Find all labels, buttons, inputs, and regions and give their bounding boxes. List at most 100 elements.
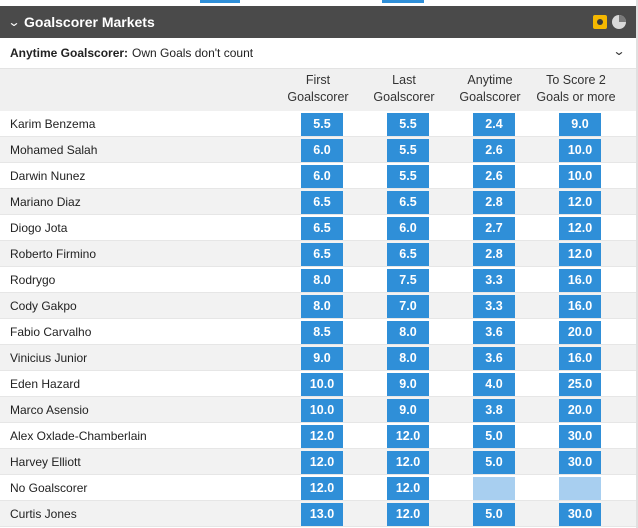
column-header-last-goalscorer: Last Goalscorer [361, 72, 447, 106]
player-odds-table: Karim Benzema 5.5 5.5 2.4 9.0 Mohamed Salah 6… [0, 111, 636, 527]
odds-button[interactable]: 3.3 [473, 295, 515, 318]
odds-button[interactable]: 5.5 [387, 113, 429, 136]
odds-button[interactable]: 4.0 [473, 373, 515, 396]
table-row: Roberto Firmino 6.5 6.5 2.8 12.0 [0, 241, 636, 267]
column-header-line: Goalscorer [459, 90, 521, 104]
odds-button[interactable]: 13.0 [301, 503, 343, 526]
odds-button[interactable]: 10.0 [301, 373, 343, 396]
odds-button[interactable]: 6.0 [301, 165, 343, 188]
top-strip-segment [382, 0, 424, 3]
odds-button[interactable]: 12.0 [387, 425, 429, 448]
odds-button[interactable]: 6.5 [301, 243, 343, 266]
odds-button[interactable]: 9.0 [301, 347, 343, 370]
odds-button[interactable]: 16.0 [559, 347, 601, 370]
odds-button[interactable]: 5.5 [301, 113, 343, 136]
odds-button[interactable]: 3.6 [473, 321, 515, 344]
player-name: Karim Benzema [10, 117, 96, 131]
column-headers: First Goalscorer Last Goalscorer Anytime… [0, 69, 636, 111]
odds-button[interactable]: 3.6 [473, 347, 515, 370]
odds-button[interactable]: 30.0 [559, 503, 601, 526]
odds-button[interactable]: 6.5 [387, 243, 429, 266]
table-row: Curtis Jones 13.0 12.0 5.0 30.0 [0, 501, 636, 527]
odds-button[interactable]: 3.3 [473, 269, 515, 292]
column-header-line: Goalscorer [373, 90, 435, 104]
odds-button[interactable]: 6.0 [387, 217, 429, 240]
odds-button[interactable]: 8.0 [387, 321, 429, 344]
odds-button-unavailable [473, 477, 515, 500]
odds-button[interactable]: 20.0 [559, 399, 601, 422]
odds-button[interactable]: 5.5 [387, 165, 429, 188]
odds-button[interactable]: 2.8 [473, 243, 515, 266]
table-row: Karim Benzema 5.5 5.5 2.4 9.0 [0, 111, 636, 137]
odds-button[interactable]: 2.6 [473, 165, 515, 188]
column-header-line: Anytime [467, 73, 513, 87]
market-title: Goalscorer Markets [24, 14, 155, 30]
odds-button[interactable]: 5.0 [473, 425, 515, 448]
expand-chevron-icon[interactable]: ⌄ [612, 44, 625, 58]
player-name: Diogo Jota [10, 221, 68, 235]
odds-button[interactable]: 5.5 [387, 139, 429, 162]
table-row: Alex Oxlade-Chamberlain 12.0 12.0 5.0 30.0 [0, 423, 636, 449]
odds-button[interactable]: 12.0 [387, 451, 429, 474]
column-header-line: Goalscorer [287, 90, 349, 104]
table-row: No Goalscorer 12.0 12.0 [0, 475, 636, 501]
odds-button[interactable]: 30.0 [559, 451, 601, 474]
market-header[interactable]: ⌄ Goalscorer Markets [0, 6, 636, 38]
odds-button[interactable]: 12.0 [559, 217, 601, 240]
column-header-anytime-goalscorer: Anytime Goalscorer [447, 72, 533, 106]
odds-button[interactable]: 10.0 [559, 139, 601, 162]
odds-button[interactable]: 8.0 [301, 269, 343, 292]
odds-button[interactable]: 12.0 [387, 477, 429, 500]
odds-button-unavailable [559, 477, 601, 500]
column-header-line: First [305, 73, 331, 87]
odds-button[interactable]: 8.0 [301, 295, 343, 318]
tv-icon[interactable] [593, 15, 607, 29]
odds-button[interactable]: 8.5 [301, 321, 343, 344]
odds-button[interactable]: 12.0 [301, 425, 343, 448]
odds-button[interactable]: 8.0 [387, 347, 429, 370]
odds-button[interactable]: 2.6 [473, 139, 515, 162]
odds-button[interactable]: 9.0 [387, 373, 429, 396]
player-name: Cody Gakpo [10, 299, 77, 313]
odds-button[interactable]: 7.5 [387, 269, 429, 292]
odds-button[interactable]: 12.0 [301, 477, 343, 500]
column-header-line: Goals or more [536, 90, 616, 104]
odds-button[interactable]: 12.0 [387, 503, 429, 526]
odds-button[interactable]: 6.5 [301, 217, 343, 240]
odds-button[interactable]: 12.0 [301, 451, 343, 474]
odds-button[interactable]: 12.0 [559, 243, 601, 266]
odds-button[interactable]: 5.0 [473, 503, 515, 526]
odds-button[interactable]: 12.0 [559, 191, 601, 214]
player-name: Mariano Diaz [10, 195, 81, 209]
odds-button[interactable]: 30.0 [559, 425, 601, 448]
odds-button[interactable]: 3.8 [473, 399, 515, 422]
odds-button[interactable]: 10.0 [559, 165, 601, 188]
odds-button[interactable]: 2.8 [473, 191, 515, 214]
odds-button[interactable]: 16.0 [559, 295, 601, 318]
odds-button[interactable]: 10.0 [301, 399, 343, 422]
odds-button[interactable]: 6.0 [301, 139, 343, 162]
top-strip-segment [200, 0, 240, 3]
odds-button[interactable]: 7.0 [387, 295, 429, 318]
player-name: Curtis Jones [10, 507, 77, 521]
odds-button[interactable]: 5.0 [473, 451, 515, 474]
player-name: Marco Asensio [10, 403, 89, 417]
table-row: Vinicius Junior 9.0 8.0 3.6 16.0 [0, 345, 636, 371]
sub-market-header[interactable]: Anytime Goalscorer: Own Goals don't coun… [0, 38, 636, 69]
odds-button[interactable]: 20.0 [559, 321, 601, 344]
stats-icon[interactable] [612, 15, 626, 29]
player-name: Vinicius Junior [10, 351, 88, 365]
table-row: Marco Asensio 10.0 9.0 3.8 20.0 [0, 397, 636, 423]
odds-button[interactable]: 9.0 [387, 399, 429, 422]
odds-button[interactable]: 25.0 [559, 373, 601, 396]
chevron-down-icon[interactable]: ⌄ [8, 15, 21, 29]
column-header-to-score-2: To Score 2 Goals or more [533, 72, 619, 106]
column-header-line: To Score 2 [546, 73, 606, 87]
odds-button[interactable]: 2.7 [473, 217, 515, 240]
player-name: Eden Hazard [10, 377, 81, 391]
odds-button[interactable]: 6.5 [301, 191, 343, 214]
odds-button[interactable]: 2.4 [473, 113, 515, 136]
odds-button[interactable]: 9.0 [559, 113, 601, 136]
odds-button[interactable]: 6.5 [387, 191, 429, 214]
odds-button[interactable]: 16.0 [559, 269, 601, 292]
